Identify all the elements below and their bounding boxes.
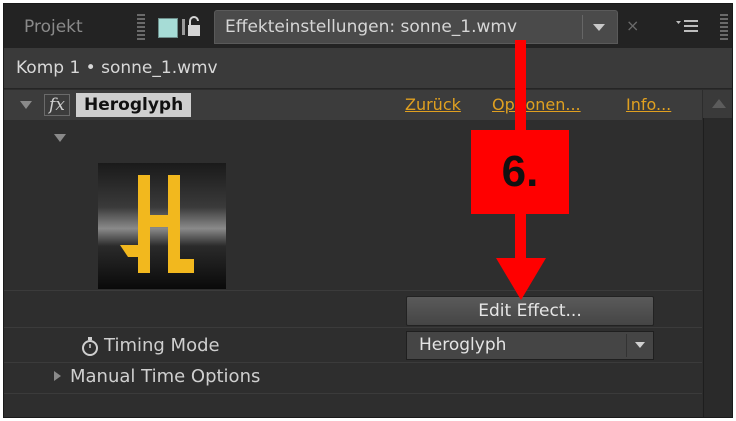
effect-name[interactable]: Heroglyph [76, 93, 192, 117]
twirl-down-icon-logo[interactable] [54, 134, 66, 142]
timing-mode-label: Timing Mode [104, 335, 220, 356]
link-options[interactable]: Optionen... [492, 90, 581, 120]
effect-controls-panel: Projekt Effekteinstellungen: sonne_1.wmv… [3, 3, 733, 418]
step-number-badge: 6. [471, 130, 569, 214]
timing-mode-value: Heroglyph [419, 335, 507, 355]
composition-layer-line: Komp 1 • sonne_1.wmv [4, 48, 732, 89]
row-divider [4, 393, 702, 394]
heroglyph-logo [98, 163, 226, 289]
effect-header-row: fx Heroglyph Zurück Optionen... Info... [4, 90, 702, 120]
edit-effect-button[interactable]: Edit Effect... [406, 296, 654, 326]
manual-time-options-group[interactable]: Manual Time Options [70, 365, 260, 389]
row-divider [4, 327, 702, 328]
fx-icon[interactable]: fx [44, 94, 70, 116]
tab-effect-controls[interactable]: Effekteinstellungen: sonne_1.wmv [214, 10, 618, 44]
panel-grip-handle[interactable] [137, 14, 145, 40]
label-color-swatch[interactable] [158, 18, 178, 38]
composition-layer-label: Komp 1 • sonne_1.wmv [16, 58, 218, 78]
lock-icon[interactable] [182, 15, 204, 39]
scroll-up-icon[interactable] [703, 90, 732, 118]
tab-effect-controls-label: Effekteinstellungen: sonne_1.wmv [225, 17, 518, 37]
heroglyph-logo-icon [120, 175, 194, 273]
stopwatch-icon[interactable] [80, 335, 100, 357]
link-back[interactable]: Zurück [405, 90, 461, 120]
panel-tab-bar: Projekt Effekteinstellungen: sonne_1.wmv… [4, 4, 732, 48]
row-divider [4, 362, 702, 363]
vertical-scrollbar[interactable] [703, 90, 732, 417]
row-divider [4, 290, 702, 291]
close-icon[interactable]: × [626, 16, 639, 36]
tab-project[interactable]: Projekt [14, 12, 126, 42]
twirl-down-icon[interactable] [20, 101, 32, 109]
twirl-right-icon[interactable] [54, 371, 61, 381]
panel-grip-handle-right[interactable] [720, 14, 728, 40]
panel-menu-icon[interactable] [674, 16, 702, 36]
timing-mode-select[interactable]: Heroglyph [406, 331, 654, 360]
link-info[interactable]: Info... [626, 90, 671, 120]
chevron-down-icon[interactable] [582, 15, 613, 39]
chevron-down-icon[interactable] [626, 334, 653, 357]
